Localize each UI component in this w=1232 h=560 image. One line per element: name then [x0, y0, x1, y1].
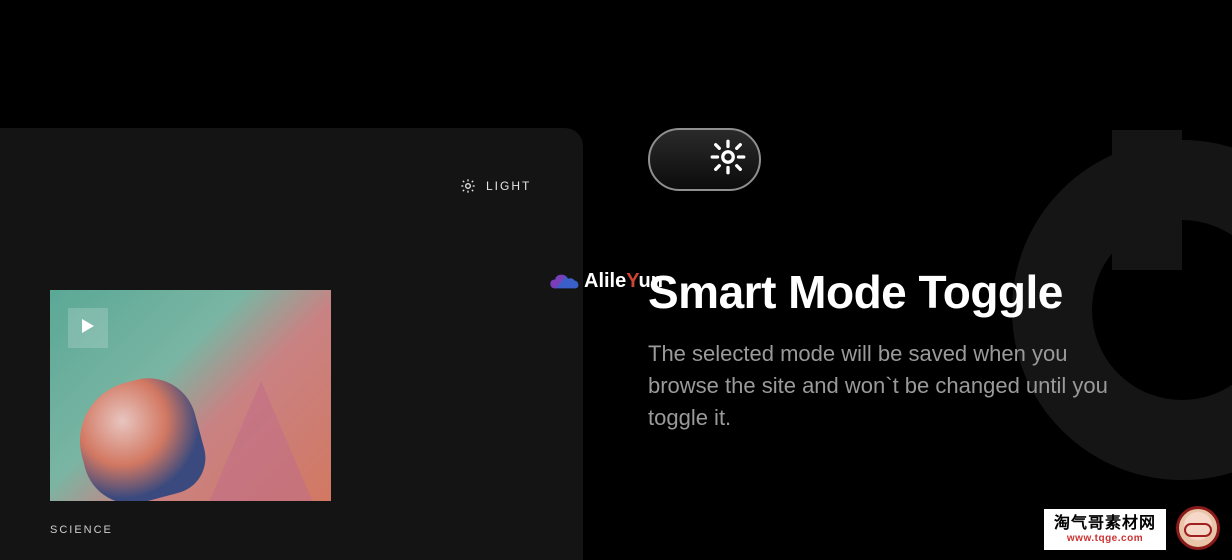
badge-title: 淘气哥素材网 — [1054, 515, 1156, 533]
cloud-icon — [548, 272, 580, 292]
sun-icon — [710, 139, 746, 180]
play-icon — [82, 319, 94, 338]
watermark-center: AlileYun — [548, 270, 663, 293]
toggle-knob — [703, 135, 753, 185]
watermark-text: AlileYun — [584, 270, 663, 293]
light-mode-toggle[interactable]: LIGHT — [460, 178, 531, 194]
play-button[interactable] — [68, 308, 108, 348]
article-card[interactable] — [50, 290, 331, 501]
avatar-glasses-icon — [1176, 506, 1220, 550]
source-watermark-badge: 淘气哥素材网 www.tqge.com — [1044, 509, 1166, 550]
sun-icon — [460, 178, 476, 194]
badge-url: www.tqge.com — [1054, 533, 1156, 544]
light-mode-label: LIGHT — [486, 179, 531, 193]
feature-heading: Smart Mode Toggle — [648, 265, 1063, 319]
mode-toggle-switch[interactable] — [648, 128, 761, 191]
feature-description: The selected mode will be saved when you… — [648, 338, 1108, 434]
background-bar-shape — [1112, 130, 1182, 270]
article-category-label: SCIENCE — [50, 524, 113, 536]
article-thumbnail — [50, 290, 331, 501]
